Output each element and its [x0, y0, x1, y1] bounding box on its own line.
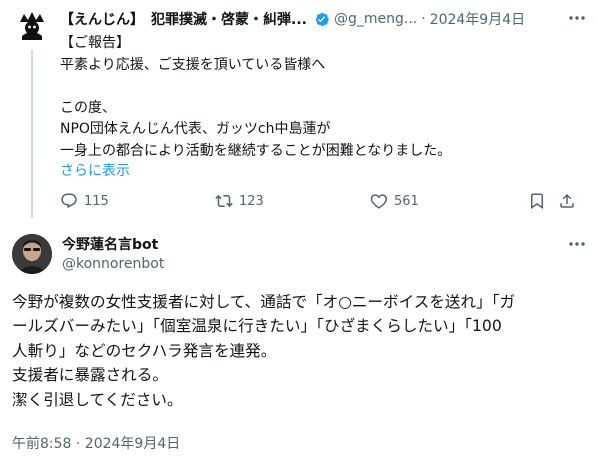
body-line: 平素より応援、ご支援を頂いている皆様へ: [60, 56, 326, 73]
parent-action-bar: 115 123 561: [60, 190, 580, 212]
main-display-name[interactable]: 今野蓮名言bot: [62, 234, 158, 254]
more-options-icon[interactable]: [567, 8, 587, 28]
parent-tweet[interactable]: 【えんじん】 犯罪撲滅・啓蒙・糾弾... @g_meng... · 2024年9…: [0, 0, 597, 222]
parent-header: 【えんじん】 犯罪撲滅・啓蒙・糾弾... @g_meng... · 2024年9…: [60, 8, 590, 30]
thread-connector-line: [31, 50, 33, 218]
body-line: 支援者に暴露される。: [12, 366, 168, 385]
body-line: 【ご報告】: [60, 35, 130, 51]
body-line: この度、: [60, 99, 116, 116]
more-options-icon[interactable]: [567, 234, 587, 254]
body-line: 人斬り」などのセクハラ発言を連発。: [12, 341, 277, 360]
retweet-icon: [215, 194, 233, 208]
reply-button[interactable]: 115: [60, 192, 109, 210]
reply-icon: [61, 193, 77, 209]
main-avatar[interactable]: [12, 234, 52, 274]
retweet-button[interactable]: 123: [215, 192, 264, 210]
body-line: 一身上の都合により活動を継続することが困難となりました。: [60, 142, 452, 159]
main-tweet-text: 今野が複数の女性支援者に対して、通話で「オ○ニーボイスを送れ」「ガ ールズバーみ…: [12, 290, 587, 412]
show-more-link[interactable]: さらに表示: [60, 160, 130, 180]
parent-handle[interactable]: @g_meng...: [334, 11, 417, 27]
bookmark-icon: [531, 193, 543, 210]
retweet-count: 123: [239, 193, 264, 209]
separator-dot: ·: [421, 11, 426, 27]
body-line: NPO団体えんじん代表、ガッツch中島蓮が: [60, 121, 331, 137]
parent-display-name[interactable]: 【えんじん】 犯罪撲滅・啓蒙・糾弾...: [60, 9, 307, 29]
share-button[interactable]: [558, 192, 576, 210]
body-line: 今野が複数の女性支援者に対して、通話で「オ○ニーボイスを送れ」「ガ: [12, 293, 516, 311]
body-line: [60, 76, 451, 98]
like-button[interactable]: 561: [370, 192, 419, 210]
main-handle[interactable]: @konnorenbot: [62, 256, 164, 272]
parent-date[interactable]: 2024年9月4日: [430, 9, 525, 29]
body-line: ールズバーみたい」「個室温泉に行きたい」「ひざまくらしたい」「100: [12, 317, 502, 336]
body-line: 潔く引退してください。: [12, 390, 183, 409]
bookmark-button[interactable]: [528, 192, 546, 210]
verified-badge-icon: [313, 11, 330, 28]
like-icon: [370, 194, 388, 209]
main-tweet[interactable]: 今野蓮名言bot @konnorenbot 今野が複数の女性支援者に対して、通話…: [0, 222, 597, 466]
reply-count: 115: [84, 193, 109, 209]
parent-tweet-text: 【ご報告】 平素より応援、ご支援を頂いている皆様へ この度、 NPO団体えんじん…: [60, 33, 451, 162]
parent-avatar[interactable]: [14, 8, 50, 44]
share-icon: [560, 193, 574, 208]
like-count: 561: [394, 193, 419, 209]
main-timestamp[interactable]: 午前8:58 · 2024年9月4日: [12, 433, 180, 453]
